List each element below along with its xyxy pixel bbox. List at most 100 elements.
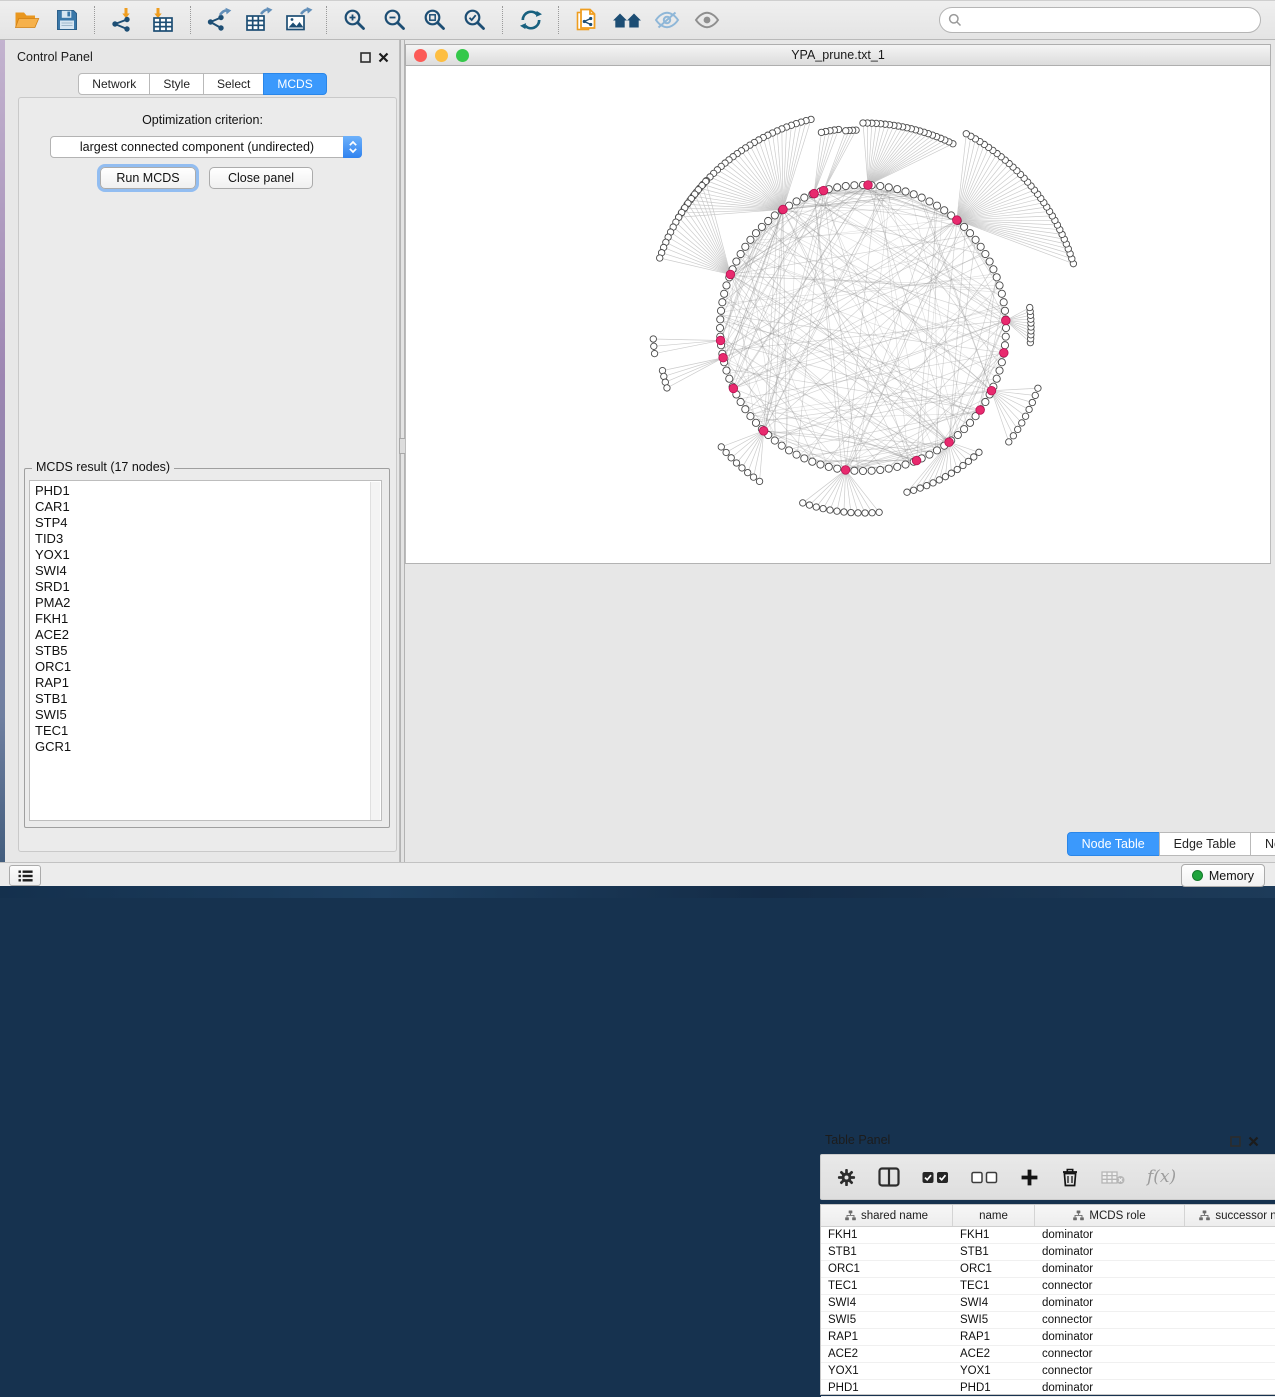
first-neighbors-icon[interactable] <box>612 5 642 35</box>
table-cell[interactable]: YOX1 <box>953 1363 1035 1379</box>
table-cell[interactable]: 61 <box>1185 1261 1275 1277</box>
tab-mcds[interactable]: MCDS <box>263 73 326 95</box>
column-header-MCDS-role[interactable]: MCDS role <box>1035 1205 1185 1226</box>
zoom-in-icon[interactable] <box>340 5 370 35</box>
hide-selected-icon[interactable] <box>652 5 682 35</box>
table-cell[interactable]: 29 <box>1185 1363 1275 1379</box>
criterion-select[interactable]: largest connected component (undirected) <box>50 136 362 158</box>
run-mcds-button[interactable]: Run MCDS <box>100 167 196 189</box>
table-cell[interactable]: SWI5 <box>953 1312 1035 1328</box>
zoom-out-icon[interactable] <box>380 5 410 35</box>
table-cell[interactable]: RAP1 <box>821 1329 953 1345</box>
network-canvas[interactable] <box>405 66 1271 563</box>
tab-network[interactable]: Network <box>78 73 150 95</box>
column-header-name[interactable]: name <box>953 1205 1035 1226</box>
mcds-result-item[interactable]: SRD1 <box>35 579 381 595</box>
table-cell[interactable]: dominator <box>1035 1227 1185 1243</box>
mcds-result-item[interactable]: SWI5 <box>35 707 381 723</box>
table-cell[interactable]: connector <box>1035 1363 1185 1379</box>
table-cell[interactable]: SWI4 <box>953 1295 1035 1311</box>
deselect-all-icon[interactable] <box>971 1171 998 1184</box>
split-view-icon[interactable] <box>878 1167 900 1187</box>
import-network-icon[interactable] <box>108 5 138 35</box>
show-all-icon[interactable] <box>692 5 722 35</box>
zoom-fit-icon[interactable] <box>420 5 450 35</box>
mcds-result-item[interactable]: STB5 <box>35 643 381 659</box>
table-cell[interactable]: 43 <box>1185 1312 1275 1328</box>
mcds-result-item[interactable]: TID3 <box>35 531 381 547</box>
table-cell[interactable]: PHD1 <box>821 1380 953 1396</box>
task-history-button[interactable] <box>9 865 41 886</box>
table-cell[interactable]: ACE2 <box>953 1346 1035 1362</box>
mcds-result-item[interactable]: STB1 <box>35 691 381 707</box>
table-cell[interactable]: ACE2 <box>821 1346 953 1362</box>
node-table[interactable]: shared namenameMCDS rolesuccessor nodesp… <box>820 1204 1275 1395</box>
mcds-result-item[interactable]: ORC1 <box>35 659 381 675</box>
add-column-icon[interactable] <box>1020 1168 1039 1187</box>
table-cell[interactable]: STB1 <box>821 1244 953 1260</box>
table-cell[interactable]: 96 <box>1185 1227 1275 1243</box>
duplicate-network-icon[interactable] <box>572 5 602 35</box>
table-cell[interactable]: connector <box>1035 1346 1185 1362</box>
network-graph[interactable] <box>406 66 1272 563</box>
table-row[interactable]: SWI5SWI5connector431 <box>821 1312 1275 1329</box>
table-cell[interactable]: ORC1 <box>821 1261 953 1277</box>
table-cell[interactable]: SWI4 <box>821 1295 953 1311</box>
table-row[interactable]: ORC1ORC1dominator610 <box>821 1261 1275 1278</box>
network-window-titlebar[interactable]: YPA_prune.txt_1 <box>405 44 1271 66</box>
table-cell[interactable]: ORC1 <box>953 1261 1035 1277</box>
settings-gear-icon[interactable] <box>837 1168 856 1187</box>
close-panel-icon[interactable] <box>378 50 389 68</box>
float-panel-icon[interactable] <box>360 50 371 68</box>
table-cell[interactable]: 31 <box>1185 1346 1275 1362</box>
tab-select[interactable]: Select <box>203 73 264 95</box>
zoom-selected-icon[interactable] <box>460 5 490 35</box>
open-file-icon[interactable] <box>12 5 42 35</box>
table-cell[interactable]: connector <box>1035 1278 1185 1294</box>
mcds-result-item[interactable]: PMA2 <box>35 595 381 611</box>
window-close-icon[interactable] <box>414 49 427 62</box>
tab-node-table[interactable]: Node Table <box>1067 832 1160 856</box>
export-network-icon[interactable] <box>204 5 234 35</box>
mcds-result-item[interactable]: GCR1 <box>35 739 381 755</box>
table-cell[interactable]: 62 <box>1185 1244 1275 1260</box>
table-row[interactable]: TEC1TEC1connector472 <box>821 1278 1275 1295</box>
close-panel-button[interactable]: Close panel <box>209 167 313 189</box>
mcds-result-item[interactable]: PHD1 <box>35 483 381 499</box>
save-session-icon[interactable] <box>52 5 82 35</box>
table-row[interactable]: ACE2ACE2connector311 <box>821 1346 1275 1363</box>
mcds-result-item[interactable]: SWI4 <box>35 563 381 579</box>
table-row[interactable]: YOX1YOX1connector291 <box>821 1363 1275 1380</box>
mcds-result-item[interactable]: CAR1 <box>35 499 381 515</box>
tab-edge-table[interactable]: Edge Table <box>1159 832 1251 856</box>
mcds-result-item[interactable]: YOX1 <box>35 547 381 563</box>
import-table-icon[interactable] <box>148 5 178 35</box>
search-input[interactable] <box>939 7 1261 33</box>
tab-network-table[interactable]: Network Table <box>1250 832 1275 856</box>
mcds-result-item[interactable]: ACE2 <box>35 627 381 643</box>
table-row[interactable]: FKH1FKH1dominator962 <box>821 1227 1275 1244</box>
mcds-result-item[interactable]: FKH1 <box>35 611 381 627</box>
table-cell[interactable]: dominator <box>1035 1261 1185 1277</box>
table-cell[interactable]: 47 <box>1185 1278 1275 1294</box>
table-cell[interactable]: dominator <box>1035 1244 1185 1260</box>
table-cell[interactable]: PHD1 <box>953 1380 1035 1396</box>
mcds-list-scrollbar[interactable] <box>370 482 380 821</box>
table-cell[interactable]: TEC1 <box>953 1278 1035 1294</box>
table-cell[interactable]: SWI5 <box>821 1312 953 1328</box>
table-cell[interactable]: dominator <box>1035 1329 1185 1345</box>
table-cell[interactable]: connector <box>1035 1312 1185 1328</box>
refresh-view-icon[interactable] <box>516 5 546 35</box>
tab-style[interactable]: Style <box>149 73 204 95</box>
table-cell[interactable]: FKH1 <box>953 1227 1035 1243</box>
column-header-successor-nodes[interactable]: successor nodes <box>1185 1205 1275 1226</box>
window-maximize-icon[interactable] <box>456 49 469 62</box>
export-table-icon[interactable] <box>244 5 274 35</box>
memory-button[interactable]: Memory <box>1181 864 1265 887</box>
select-all-icon[interactable] <box>922 1171 949 1184</box>
delete-column-icon[interactable] <box>1061 1167 1079 1187</box>
mcds-result-item[interactable]: RAP1 <box>35 675 381 691</box>
window-minimize-icon[interactable] <box>435 49 448 62</box>
table-cell[interactable]: RAP1 <box>953 1329 1035 1345</box>
table-cell[interactable]: 18 <box>1185 1380 1275 1396</box>
